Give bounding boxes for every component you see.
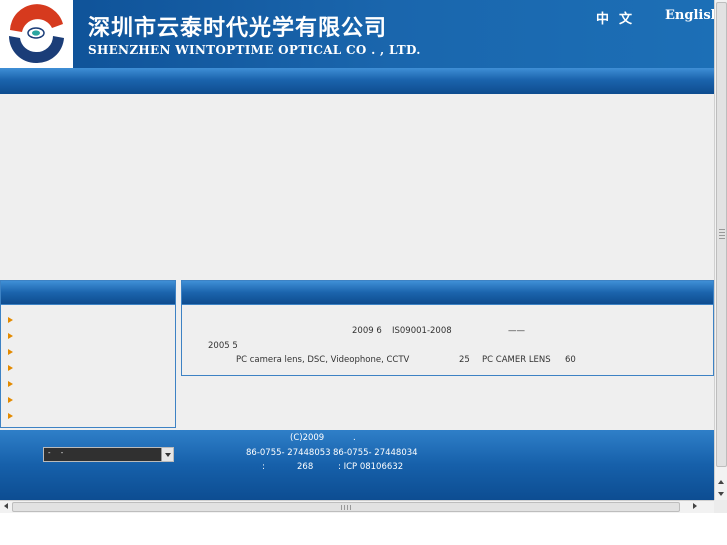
scroll-left-arrow-icon[interactable] xyxy=(1,502,12,512)
main-nav-bar xyxy=(0,68,714,94)
vertical-scrollbar[interactable] xyxy=(714,0,727,500)
footer-colon: : xyxy=(262,462,265,472)
scroll-right-arrow-icon[interactable] xyxy=(690,502,701,512)
about-products: PC camera lens, DSC, Videophone, CCTV xyxy=(236,355,410,365)
select-value: - - xyxy=(48,449,68,457)
footer-fax: 86-0755- 27448034 xyxy=(333,448,418,458)
banner-area xyxy=(0,94,714,280)
product-menu-list xyxy=(1,305,175,425)
about-capacity: 60 xyxy=(565,355,576,365)
scroll-down-arrow-icon[interactable] xyxy=(716,489,727,499)
arrow-right-icon xyxy=(8,397,13,403)
menu-item[interactable] xyxy=(1,329,175,345)
horizontal-scrollbar[interactable] xyxy=(0,500,714,513)
arrow-right-icon xyxy=(8,381,13,387)
site-footer: - - (C)2009 . 86-0755- 27448053 86-0755-… xyxy=(0,430,714,500)
product-menu-panel xyxy=(0,280,176,428)
arrow-right-icon xyxy=(8,333,13,339)
about-founded: 2005 5 xyxy=(208,341,238,351)
lang-english-link[interactable]: English xyxy=(665,8,720,23)
footer-copyright: (C)2009 xyxy=(290,433,325,443)
lang-chinese-link[interactable]: 中文 xyxy=(596,8,642,27)
about-date: 2009 6 xyxy=(352,326,382,336)
company-name-en: SHENZHEN WINTOPTIME OPTICAL CO . , LTD. xyxy=(88,43,421,57)
footer-copyright-dot: . xyxy=(353,433,356,443)
scroll-up-arrow-icon[interactable] xyxy=(716,478,727,488)
arrow-right-icon xyxy=(8,349,13,355)
grip-icon xyxy=(719,229,725,239)
about-pc-lens: PC CAMER LENS xyxy=(482,355,551,365)
menu-item[interactable] xyxy=(1,345,175,361)
company-name-cn: 深圳市云泰时代光学有限公司 xyxy=(88,15,388,41)
arrow-right-icon xyxy=(8,317,13,323)
company-logo[interactable] xyxy=(0,0,73,68)
about-certificate: IS09001-2008 xyxy=(392,326,452,336)
vertical-scroll-thumb[interactable] xyxy=(716,2,727,467)
footer-address-number: 268 xyxy=(297,462,314,472)
menu-item[interactable] xyxy=(1,313,175,329)
chevron-down-icon[interactable] xyxy=(161,448,173,461)
friend-links-select[interactable]: - - xyxy=(43,447,174,462)
about-number: 25 xyxy=(459,355,470,365)
arrow-right-icon xyxy=(8,413,13,419)
about-dash: —— xyxy=(508,326,525,336)
footer-phone: 86-0755- 27448053 xyxy=(246,448,331,458)
product-menu-header xyxy=(1,281,175,305)
menu-item[interactable] xyxy=(1,409,175,425)
site-header: 深圳市云泰时代光学有限公司 SHENZHEN WINTOPTIME OPTICA… xyxy=(0,0,720,68)
window-bottom-area xyxy=(0,513,727,545)
menu-item[interactable] xyxy=(1,393,175,409)
about-panel-header xyxy=(182,281,713,305)
menu-item[interactable] xyxy=(1,377,175,393)
scrollbar-corner xyxy=(714,500,727,513)
menu-item[interactable] xyxy=(1,361,175,377)
logo-emblem-icon xyxy=(9,4,64,64)
footer-icp[interactable]: : ICP 08106632 xyxy=(338,462,403,472)
arrow-right-icon xyxy=(8,365,13,371)
horizontal-scroll-thumb[interactable] xyxy=(12,502,680,512)
grip-icon xyxy=(341,505,353,510)
